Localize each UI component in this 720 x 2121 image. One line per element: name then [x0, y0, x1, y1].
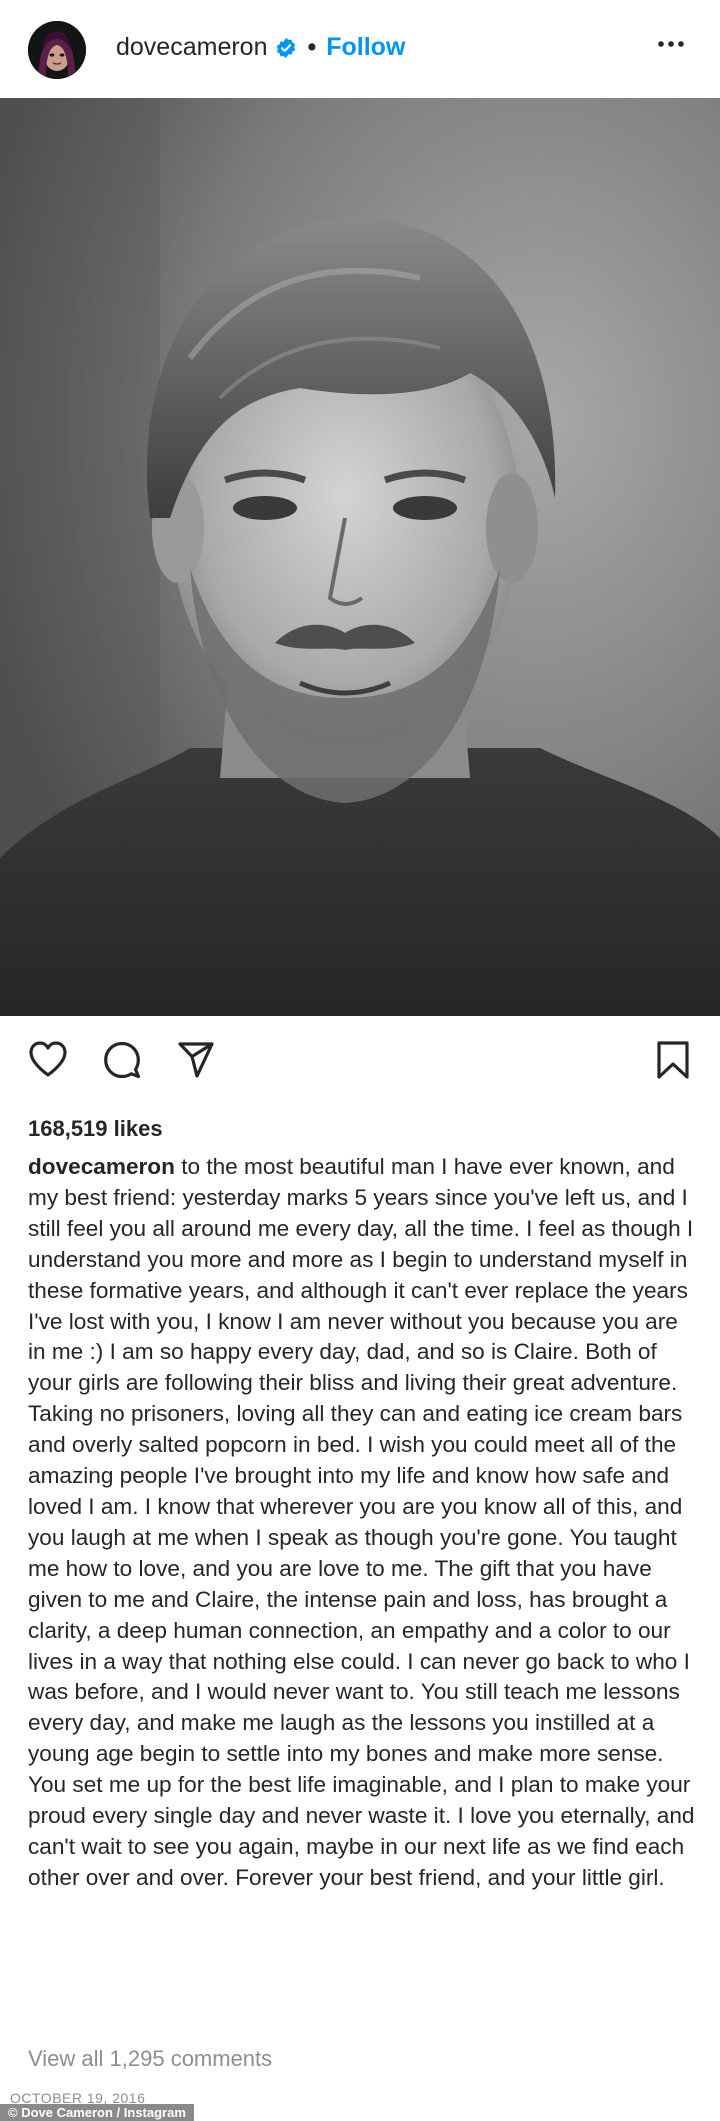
separator-dot: •: [307, 33, 317, 61]
like-count[interactable]: 168,519 likes: [28, 1116, 163, 1142]
view-comments-link[interactable]: View all 1,295 comments: [28, 2046, 272, 2072]
more-options-icon[interactable]: [656, 39, 686, 49]
caption-username[interactable]: dovecameron: [28, 1154, 175, 1179]
post-actions: [0, 1040, 720, 1090]
avatar[interactable]: [28, 21, 86, 79]
follow-button[interactable]: Follow: [326, 33, 405, 62]
username-row: dovecameron • Follow: [116, 33, 405, 62]
post-photo[interactable]: [0, 98, 720, 1016]
heart-icon[interactable]: [28, 1040, 68, 1080]
share-icon[interactable]: [176, 1040, 216, 1080]
username-link[interactable]: dovecameron: [116, 33, 267, 62]
photo-credit: © Dove Cameron / Instagram: [0, 2104, 194, 2121]
bookmark-icon[interactable]: [656, 1040, 690, 1080]
post-header: dovecameron • Follow: [0, 0, 720, 98]
caption-text: to the most beautiful man I have ever kn…: [28, 1154, 695, 1890]
comment-icon[interactable]: [102, 1040, 142, 1080]
post-caption: dovecameron to the most beautiful man I …: [28, 1152, 698, 1894]
verified-badge-icon: [277, 37, 296, 58]
